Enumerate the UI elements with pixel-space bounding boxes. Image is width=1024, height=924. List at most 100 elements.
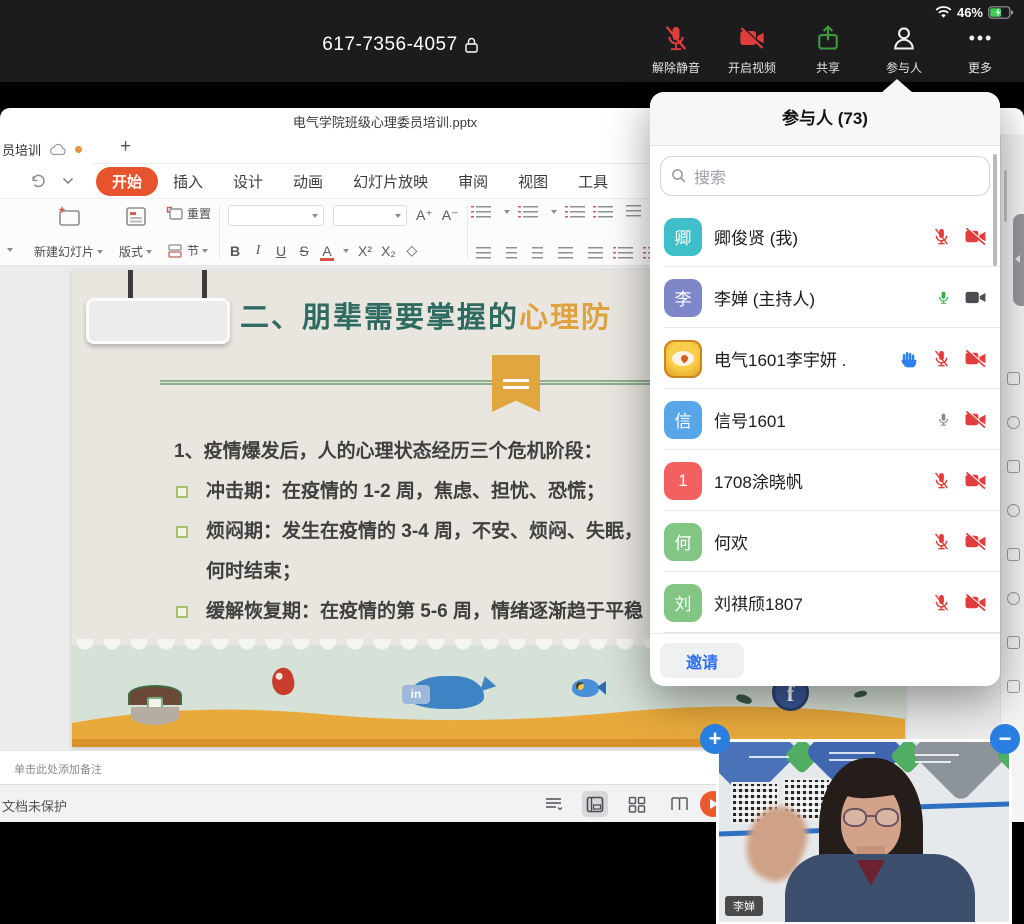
start-video-button[interactable]: 开启视频 — [714, 24, 790, 76]
line-spacing-button[interactable] — [618, 247, 633, 259]
font-name-select[interactable] — [228, 205, 324, 226]
invite-button[interactable]: 邀请 — [660, 643, 744, 678]
dropdown-caret-icon — [312, 214, 318, 218]
sidebar-tool-icon[interactable] — [1007, 504, 1020, 517]
reset-label: 重置 — [187, 205, 211, 222]
host-video-thumbnail[interactable]: 李婵 — [716, 739, 1012, 924]
decrease-font-button[interactable]: A⁻ — [442, 207, 459, 224]
distribute-button[interactable] — [588, 247, 603, 259]
participant-row[interactable]: 李 李婵 (主持人) — [650, 267, 1000, 328]
tab-home[interactable]: 开始 — [96, 167, 158, 196]
sidebar-tool-icon[interactable] — [1007, 680, 1020, 693]
new-tab-button[interactable]: + — [112, 136, 139, 158]
strikethrough-button[interactable]: S — [297, 243, 311, 259]
participant-name: 1708涂晓帆 — [714, 468, 803, 493]
glasses-bridge — [867, 815, 875, 817]
participant-row[interactable]: 刘 刘祺颀1807 — [650, 572, 1000, 633]
tab-review[interactable]: 审阅 — [443, 167, 503, 196]
square-bullet-icon — [176, 606, 188, 618]
video-enlarge-button[interactable]: + — [700, 724, 730, 754]
participant-row[interactable]: 卿 卿俊贤 (我) — [650, 206, 1000, 267]
font-color-button[interactable]: A — [320, 243, 334, 259]
search-icon — [671, 168, 687, 184]
superscript-button[interactable]: X² — [358, 243, 372, 259]
body-line-1: 1、疫情爆发后，人的心理状态经历三个危机阶段： — [174, 432, 643, 472]
slide-sorter-button[interactable] — [624, 791, 650, 817]
align-right-button[interactable] — [532, 247, 543, 259]
document-tab[interactable]: 员培训 — [0, 134, 92, 164]
cloud-icon — [49, 143, 67, 156]
font-size-select[interactable] — [333, 205, 407, 226]
tab-animation[interactable]: 动画 — [278, 167, 338, 196]
mic-off-icon — [932, 531, 951, 552]
sidebar-tool-icon[interactable] — [1007, 548, 1020, 561]
panel-caret-icon — [881, 79, 913, 93]
search-section: 搜索 — [650, 146, 1000, 206]
subscript-button[interactable]: X₂ — [381, 243, 396, 259]
mic-off-icon — [932, 592, 951, 613]
italic-button[interactable]: I — [251, 243, 265, 259]
avatar: 1 — [664, 462, 702, 500]
layout-button[interactable]: 版式 — [119, 204, 152, 260]
tab-insert[interactable]: 插入 — [158, 167, 218, 196]
new-slide-button[interactable]: 新建幻灯片 — [34, 204, 103, 260]
notes-toggle-icon — [544, 796, 563, 812]
participant-row[interactable]: 电气1601李宇妍 . — [650, 328, 1000, 389]
avatar — [664, 340, 702, 378]
meeting-id[interactable]: 617-7356-4057 — [240, 34, 560, 56]
tab-slideshow[interactable]: 幻灯片放映 — [338, 167, 443, 196]
protection-status: 文档未保护 — [2, 796, 67, 815]
redo-icon[interactable] — [30, 173, 46, 189]
participants-button[interactable]: 参与人 — [866, 24, 942, 76]
share-button[interactable]: 共享 — [790, 24, 866, 76]
section-button[interactable]: 节 — [166, 242, 211, 259]
mic-muted-gray-icon — [936, 409, 951, 430]
sidebar-tool-icon[interactable] — [1007, 592, 1020, 605]
sidebar-scrollbar[interactable] — [1004, 170, 1007, 222]
bold-button[interactable]: B — [228, 243, 242, 259]
normal-view-button[interactable] — [582, 791, 608, 817]
reset-button[interactable]: 重置 — [166, 205, 211, 222]
sidebar-tool-icon[interactable] — [1007, 636, 1020, 649]
increase-indent-button[interactable] — [598, 206, 613, 218]
sidebar-collapse-handle[interactable] — [1013, 214, 1024, 306]
tab-design[interactable]: 设计 — [218, 167, 278, 196]
text-direction-button[interactable] — [626, 205, 641, 218]
sidebar-tool-icon[interactable] — [1007, 460, 1020, 473]
participants-panel: 参与人 (73) 搜索 卿 卿俊贤 (我) 李 李婵 (主持人) — [650, 92, 1000, 686]
unmute-button[interactable]: 解除静音 — [638, 24, 714, 76]
clipped-paste-button[interactable] — [0, 204, 20, 260]
dropdown-caret-icon — [504, 210, 510, 214]
numbered-list-button[interactable] — [523, 206, 538, 218]
sidebar-tool-icon[interactable] — [1007, 372, 1020, 385]
tab-view[interactable]: 视图 — [503, 167, 563, 196]
participant-name: 何欢 — [714, 529, 748, 554]
read-view-button[interactable] — [666, 791, 692, 817]
chevron-down-icon[interactable] — [62, 177, 74, 185]
more-button[interactable]: 更多 — [942, 24, 1018, 76]
ios-status-cluster: 46% — [935, 5, 1014, 20]
justify-button[interactable] — [558, 247, 573, 259]
sidebar-tool-icon[interactable] — [1007, 416, 1020, 429]
toolbar-divider — [219, 206, 220, 258]
search-input[interactable]: 搜索 — [660, 156, 990, 196]
video-shrink-button[interactable]: − — [990, 724, 1020, 754]
participant-row[interactable]: 1 1708涂晓帆 — [650, 450, 1000, 511]
participant-row[interactable]: 信 信号1601 — [650, 389, 1000, 450]
bullet-list-button[interactable] — [476, 206, 491, 218]
wifi-icon — [935, 6, 952, 19]
align-left-button[interactable] — [476, 247, 491, 259]
notes-toggle-button[interactable] — [540, 791, 566, 817]
underline-button[interactable]: U — [274, 243, 288, 259]
raised-hand-icon — [899, 349, 919, 369]
tab-tools[interactable]: 工具 — [563, 167, 623, 196]
mic-on-icon — [936, 287, 951, 308]
increase-font-button[interactable]: A⁺ — [416, 207, 433, 224]
align-center-button[interactable] — [506, 247, 517, 259]
participant-row[interactable]: 何 何欢 — [650, 511, 1000, 572]
clear-format-button[interactable]: ◇ — [405, 242, 419, 259]
video-on-icon — [964, 289, 987, 306]
decrease-indent-button[interactable] — [570, 206, 585, 218]
mic-off-icon — [932, 348, 951, 369]
layout-label: 版式 — [119, 243, 143, 260]
